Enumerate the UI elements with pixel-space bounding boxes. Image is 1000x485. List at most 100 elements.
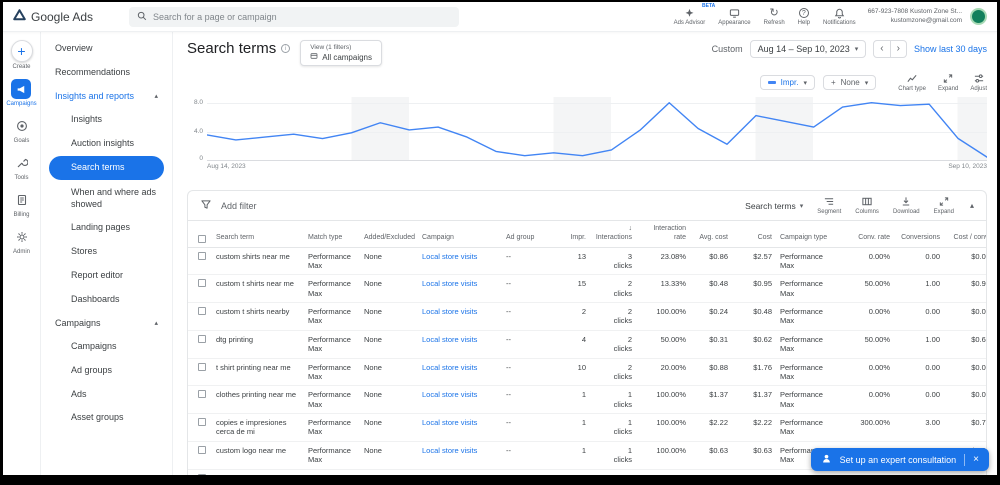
sidebar-item-auction-insights[interactable]: Auction insights [41,132,172,156]
col-avg-cost[interactable]: Avg. cost [690,221,732,248]
sidebar-item-stores[interactable]: Stores [41,240,172,264]
col-campaign[interactable]: Campaign [418,221,502,248]
sidebar-section-campaigns[interactable]: Campaigns ▴ [41,311,172,335]
sidebar-item-recommendations[interactable]: Recommendations [41,60,172,84]
appearance-button[interactable]: Appearance [718,7,751,26]
add-filter-button[interactable]: Add filter [221,201,257,211]
collapse-table-chevron[interactable]: ▴ [970,201,974,210]
chart-expand-button[interactable]: Expand [938,73,958,92]
sidebar-item-landing-pages[interactable]: Landing pages [41,216,172,240]
date-range-picker[interactable]: Aug 14 – Sep 10, 2023 ▾ [749,40,867,58]
col-cost-conv[interactable]: Cost / conv. [944,221,986,248]
table-row[interactable]: custom shirts near me Performance Max No… [188,247,986,276]
chart-plot-area[interactable] [207,97,987,161]
rail-item-tools[interactable]: Tools [12,153,32,181]
row-checkbox[interactable] [198,251,206,260]
table-scroll-area[interactable]: Search term Match type Added/Excluded Ca… [188,221,986,475]
account-info[interactable]: 667-923-7808 Kustom Zone St... kustomzon… [868,8,962,26]
campaign-link[interactable]: Local store visits [422,363,477,372]
select-all-checkbox[interactable] [198,234,206,243]
campaign-link[interactable]: Local store visits [422,446,477,455]
col-campaign-type[interactable]: Campaign type [776,221,840,248]
campaign-link[interactable]: Local store visits [422,307,477,316]
create-button[interactable]: + Create [10,40,33,70]
chart-adjust-button[interactable]: Adjust [970,73,987,92]
view-filter-chip[interactable]: View (1 filters) All campaigns [300,40,383,66]
search-input[interactable] [153,11,452,22]
col-cost[interactable]: Cost [732,221,776,248]
campaign-link[interactable]: Local store visits [422,418,477,427]
sidebar-item-asset-groups[interactable]: Asset groups [41,406,172,430]
row-checkbox[interactable] [198,418,206,426]
col-search-term[interactable]: Search term [212,221,304,248]
rail-item-admin[interactable]: Admin [12,227,32,255]
expert-consultation-banner[interactable]: Set up an expert consultation × [810,448,989,471]
sidebar-item-ad-groups[interactable]: Ad groups [41,359,172,383]
download-button[interactable]: Download [893,196,920,215]
ads-advisor-button[interactable]: BETA Ads Advisor [674,3,716,26]
sidebar-item-search-terms[interactable]: Search terms [49,156,164,181]
refresh-button[interactable]: ↻ Refresh [764,7,785,26]
next-period-button[interactable]: › [889,41,906,57]
filter-funnel-icon[interactable] [200,197,212,215]
sidebar-item-overview[interactable]: Overview [41,36,172,60]
avatar[interactable] [970,8,987,25]
sidebar-item-when-and-where-ads-showed[interactable]: When and where ads showed [41,181,172,216]
col-conv-rate[interactable]: Conv. rate [840,221,894,248]
campaign-link[interactable]: Local store visits [422,252,477,261]
table-row[interactable]: clothes printing near me Performance Max… [188,385,986,414]
show-last-30-days-link[interactable]: Show last 30 days [914,44,987,54]
campaign-link[interactable]: Local store visits [422,279,477,288]
global-search[interactable] [129,6,460,27]
metric-selector-secondary[interactable]: + None ▾ [822,75,877,90]
campaign-cell: Local store visits [418,358,502,387]
sidebar-item-dashboards[interactable]: Dashboards [41,288,172,312]
campaign-link[interactable]: Local store visits [422,335,477,344]
sidebar-item-campaigns[interactable]: Campaigns [41,335,172,359]
previous-period-button[interactable]: ‹ [874,41,889,57]
rail-item-campaigns[interactable]: Campaigns [6,79,37,107]
table-expand-button[interactable]: Expand [934,196,954,215]
row-checkbox[interactable] [198,445,206,454]
table-row[interactable]: t shirt printing near me Performance Max… [188,358,986,387]
impr-cell: 1 [554,441,590,470]
row-checkbox[interactable] [198,307,206,315]
table-row[interactable]: custom t shirts nearby Performance Max N… [188,302,986,331]
metric-selector-primary[interactable]: Impr. ▾ [759,75,815,90]
col-impr[interactable]: Impr. [554,221,590,248]
col-conversions[interactable]: Conversions [894,221,944,248]
rail-item-billing[interactable]: Billing [12,190,32,218]
chart-type-button[interactable]: Chart type [898,73,926,92]
table-row[interactable]: custom t shirts near me Performance Max … [188,274,986,303]
table-row[interactable]: dtg printing Performance Max None Local … [188,330,986,359]
campaign-type-cell: Performance Max [776,302,840,331]
col-interaction-rate[interactable]: Interaction rate [636,221,690,248]
col-interactions[interactable]: ↓ Interactions [590,221,636,248]
row-checkbox[interactable] [198,473,206,475]
sidebar-section-insights-and-reports[interactable]: Insights and reports ▴ [41,84,172,108]
close-icon[interactable]: × [973,454,979,465]
row-checkbox[interactable] [198,334,206,343]
rail-item-goals[interactable]: Goals [12,116,32,144]
col-added-excluded[interactable]: Added/Excluded [360,221,418,248]
sidebar-item-insights[interactable]: Insights [41,108,172,132]
segment-button[interactable]: Segment [817,196,841,215]
columns-button[interactable]: Columns [855,196,879,215]
notifications-button[interactable]: Notifications [823,7,856,26]
report-scope-dropdown[interactable]: Search terms ▾ [745,201,803,211]
col-ad-group[interactable]: Ad group [502,221,554,248]
col-match-type[interactable]: Match type [304,221,360,248]
info-icon[interactable]: i [281,44,291,53]
table-row[interactable]: copies e impresiones cerca de mi Perform… [188,413,986,442]
help-button[interactable]: ? Help [798,7,810,26]
campaign-cell: Local store visits [418,469,502,475]
google-ads-logo[interactable]: Google Ads [13,9,93,24]
row-checkbox[interactable] [198,390,206,399]
sidebar-item-ads[interactable]: Ads [41,383,172,407]
campaign-link[interactable]: Local store visits [422,474,477,476]
expand-icon [943,74,953,83]
sidebar-item-report-editor[interactable]: Report editor [41,264,172,288]
row-checkbox[interactable] [198,362,206,371]
row-checkbox[interactable] [198,279,206,288]
campaign-link[interactable]: Local store visits [422,390,477,399]
